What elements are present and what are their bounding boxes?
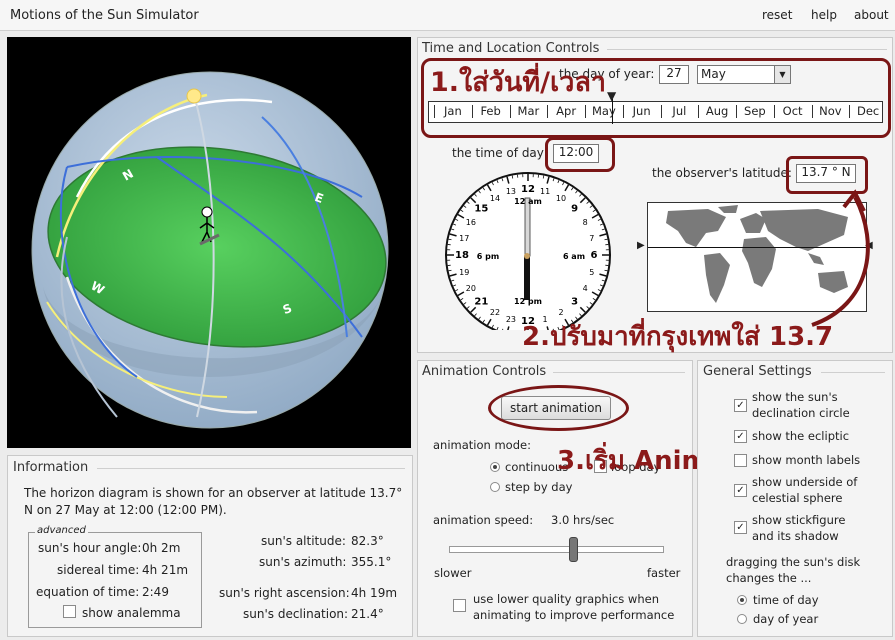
clock-hour-label: 9 bbox=[571, 203, 578, 214]
celestial-sphere-graphic[interactable] bbox=[7, 37, 411, 448]
animation-mode-label: animation mode: bbox=[433, 438, 531, 452]
animation-speed-label: animation speed: bbox=[433, 513, 534, 527]
animation-title-divider bbox=[553, 372, 685, 373]
month-labels-label: show month labels bbox=[752, 453, 861, 467]
settings-title: General Settings bbox=[703, 364, 812, 379]
stickfigure-checkbox[interactable]: ✓ bbox=[734, 521, 747, 534]
clock-hour-label: 15 bbox=[474, 203, 488, 214]
clock-hour-label: 18 bbox=[455, 250, 469, 261]
advanced-legend: advanced bbox=[35, 525, 88, 536]
drag-label-2: changes the ... bbox=[726, 571, 812, 585]
information-title: Information bbox=[13, 460, 89, 475]
sidereal-label: sidereal time: bbox=[57, 563, 140, 577]
latitude-left-handle-icon[interactable]: ▶ bbox=[637, 240, 645, 251]
azimuth-label: sun's azimuth: bbox=[259, 555, 347, 569]
clock-hour-label: 17 bbox=[459, 234, 469, 243]
arrow-annotation-icon bbox=[811, 189, 870, 327]
step-by-day-radio[interactable] bbox=[490, 482, 500, 492]
faster-label: faster bbox=[647, 566, 681, 580]
equation-of-time-value: 2:49 bbox=[142, 585, 169, 599]
info-title-divider bbox=[97, 468, 405, 469]
ecliptic-checkbox[interactable]: ✓ bbox=[734, 430, 747, 443]
settings-title-divider bbox=[821, 372, 885, 373]
clock-hour-label: 3 bbox=[571, 297, 578, 308]
clock-hour-label: 8 bbox=[583, 218, 588, 227]
about-link[interactable]: about bbox=[854, 8, 889, 22]
slower-label: slower bbox=[434, 566, 472, 580]
clock-hour-label: 19 bbox=[459, 268, 469, 277]
right-ascension-value: 4h 19m bbox=[351, 586, 398, 600]
start-animation-highlight bbox=[488, 385, 629, 431]
time-location-title: Time and Location Controls bbox=[422, 41, 600, 56]
declination-circle-checkbox[interactable]: ✓ bbox=[734, 399, 747, 412]
clock-hour-label: 22 bbox=[490, 308, 500, 317]
stickfigure-label-1: show stickfigure bbox=[752, 513, 846, 527]
clock-hour-label: 5 bbox=[589, 268, 594, 277]
clock-hour-label: 10 bbox=[556, 194, 566, 203]
clock-hour-label: 4 bbox=[583, 284, 588, 293]
declination-label: sun's declination: bbox=[243, 607, 349, 621]
clock-hour-label: 7 bbox=[589, 234, 594, 243]
declination-circle-label-1: show the sun's bbox=[752, 390, 838, 404]
hour-angle-label: sun's hour angle: bbox=[38, 541, 142, 555]
title-divider bbox=[607, 49, 887, 50]
right-ascension-label: sun's right ascension: bbox=[219, 586, 350, 600]
altitude-value: 82.3° bbox=[351, 534, 384, 548]
time-of-day-radio[interactable] bbox=[737, 595, 747, 605]
day-of-year-radio[interactable] bbox=[737, 614, 747, 624]
clock-inner-label: 12 am bbox=[514, 197, 542, 206]
underside-checkbox[interactable]: ✓ bbox=[734, 484, 747, 497]
reset-link[interactable]: reset bbox=[762, 8, 792, 22]
clock-inner-label: 6 pm bbox=[477, 252, 499, 261]
declination-value: 21.4° bbox=[351, 607, 384, 621]
day-of-year-option: day of year bbox=[753, 612, 819, 626]
clock-hour-label: 20 bbox=[466, 284, 476, 293]
clock-hour-label: 12 bbox=[521, 184, 535, 195]
hour-angle-value: 0h 2m bbox=[142, 541, 181, 555]
low-quality-label-line2: animating to improve performance bbox=[473, 608, 675, 622]
time-of-day-option: time of day bbox=[753, 593, 819, 607]
clock-hour-label: 21 bbox=[474, 297, 488, 308]
drag-label-1: dragging the sun's disk bbox=[726, 555, 861, 569]
clock-hour-label: 16 bbox=[466, 218, 476, 227]
sidereal-value: 4h 21m bbox=[142, 563, 189, 577]
step1-annotation: 1.ใส่วันที่/เวลา bbox=[430, 67, 607, 98]
clock-hour-label: 6 bbox=[591, 250, 598, 261]
month-labels-checkbox[interactable] bbox=[734, 454, 747, 467]
app-title: Motions of the Sun Simulator bbox=[10, 8, 199, 23]
altitude-label: sun's altitude: bbox=[261, 534, 346, 548]
clock-hour-label: 23 bbox=[506, 315, 516, 324]
clock-face-graphic[interactable]: 12 12345678910111213141516171819202122231… bbox=[440, 170, 614, 338]
clock-inner-label: 12 pm bbox=[514, 297, 542, 306]
stickfigure-label-2: and its shadow bbox=[752, 529, 839, 543]
clock-hour-label: 13 bbox=[506, 187, 516, 196]
latitude-label: the observer's latitude: bbox=[652, 166, 792, 180]
speed-slider-track[interactable] bbox=[449, 546, 664, 553]
low-quality-checkbox[interactable] bbox=[453, 599, 466, 612]
continuous-radio[interactable] bbox=[490, 462, 500, 472]
underside-label-2: celestial sphere bbox=[752, 491, 843, 505]
clock-dial[interactable]: 12 1 2 3 4 5 6 7 8 9 10 11 12 13 14 15 16 17 18 19 20 21 22 23 1… bbox=[440, 170, 614, 338]
time-highlight bbox=[545, 137, 615, 172]
analemma-label: show analemma bbox=[82, 606, 181, 620]
step-by-day-label: step by day bbox=[505, 480, 573, 494]
clock-hour-label: 14 bbox=[490, 194, 500, 203]
speed-slider-thumb[interactable] bbox=[568, 537, 578, 562]
help-link[interactable]: help bbox=[811, 8, 837, 22]
declination-circle-label-2: declination circle bbox=[752, 406, 850, 420]
clock-hour-label: 11 bbox=[540, 187, 550, 196]
time-of-day-label: the time of day bbox=[452, 146, 544, 160]
clock-inner-label: 6 am bbox=[563, 252, 585, 261]
underside-label-1: show underside of bbox=[752, 475, 858, 489]
animation-title: Animation Controls bbox=[422, 364, 547, 379]
low-quality-label-line1: use lower quality graphics when bbox=[473, 592, 659, 606]
analemma-checkbox[interactable] bbox=[63, 605, 76, 618]
azimuth-value: 355.1° bbox=[351, 555, 392, 569]
equation-of-time-label: equation of time: bbox=[36, 585, 140, 599]
animation-speed-value: 3.0 hrs/sec bbox=[551, 513, 615, 527]
ecliptic-label: show the ecliptic bbox=[752, 429, 850, 443]
information-text: The horizon diagram is shown for an obse… bbox=[24, 486, 403, 517]
celestial-sphere-view[interactable]: N E S W bbox=[7, 37, 411, 448]
